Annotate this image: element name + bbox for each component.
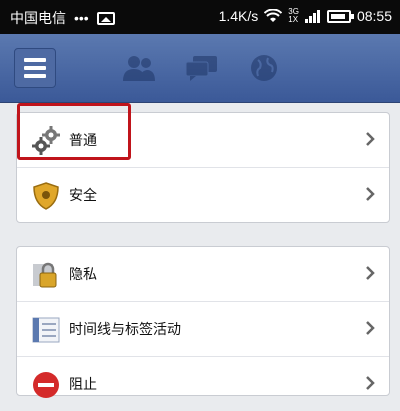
settings-item-label: 时间线与标签活动 [69, 322, 181, 338]
menu-icon-line [24, 58, 46, 62]
settings-item-label: 阻止 [69, 377, 97, 393]
chevron-right-icon [366, 266, 375, 280]
network-type-bottom: 1X [288, 15, 299, 24]
chevron-right-icon [366, 187, 375, 201]
network-speed: 1.4K/s [218, 8, 259, 24]
menu-icon-line [24, 74, 46, 78]
block-icon [33, 372, 59, 398]
settings-card-privacy: 隐私 时间线与标签活动 阻止 [16, 246, 390, 398]
wifi-icon [264, 9, 283, 22]
battery-icon [326, 9, 354, 23]
shield-icon [33, 182, 59, 210]
top-nav-bar [0, 34, 400, 103]
image-notification-icon [96, 11, 115, 25]
timeline-icon [32, 317, 60, 343]
settings-item-label: 安全 [69, 188, 97, 204]
friends-icon[interactable] [122, 54, 156, 82]
network-type: 3G 1X [288, 8, 299, 24]
settings-item-privacy[interactable]: 隐私 [17, 247, 389, 302]
menu-icon-line [24, 66, 46, 70]
carrier-label: 中国电信 [10, 10, 66, 26]
settings-item-blocking[interactable]: 阻止 [17, 357, 389, 411]
chevron-right-icon [366, 132, 375, 146]
settings-item-label: 隐私 [69, 267, 97, 283]
notification-dots: ••• [74, 10, 89, 26]
chevron-right-icon [366, 321, 375, 335]
status-bar: 中国电信 ••• 1.4K/s 3G 1X 08:55 [0, 0, 400, 34]
highlight-annotation [17, 103, 131, 160]
chevron-right-icon [366, 376, 375, 390]
settings-item-security[interactable]: 安全 [17, 168, 389, 222]
clock: 08:55 [356, 8, 392, 24]
messages-icon[interactable] [185, 54, 219, 82]
globe-icon[interactable] [250, 54, 278, 82]
menu-button[interactable] [14, 48, 56, 88]
lock-icon [33, 262, 57, 288]
settings-item-timeline[interactable]: 时间线与标签活动 [17, 302, 389, 357]
signal-icon [304, 10, 320, 23]
